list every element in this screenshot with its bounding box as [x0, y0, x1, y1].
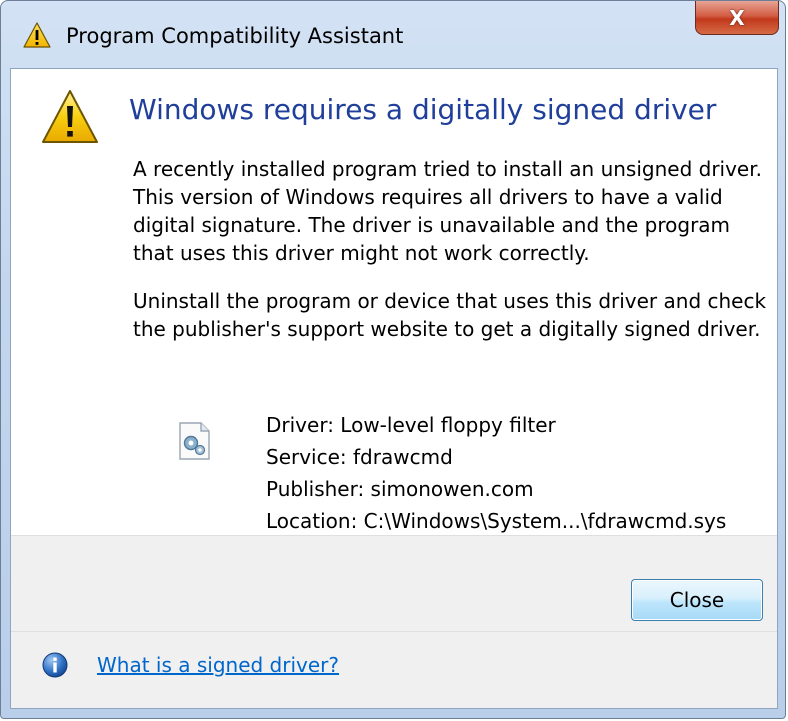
driver-publisher: Publisher: simonowen.com	[266, 477, 534, 501]
help-link[interactable]: What is a signed driver?	[97, 652, 339, 678]
driver-name: Driver: Low-level floppy filter	[266, 413, 556, 437]
main-heading: Windows requires a digitally signed driv…	[129, 93, 717, 126]
window-title: Program Compatibility Assistant	[66, 24, 404, 48]
info-icon	[42, 652, 68, 678]
title-bar[interactable]: Program Compatibility Assistant X	[1, 1, 787, 69]
window-close-button[interactable]: X	[695, 1, 779, 35]
driver-details: Driver: Low-level floppy filter Service:…	[266, 409, 726, 537]
close-icon: X	[729, 5, 745, 30]
footer: What is a signed driver?	[11, 631, 777, 708]
dialog-window: Program Compatibility Assistant X Window…	[0, 0, 786, 719]
warning-icon	[42, 90, 98, 143]
button-area: Close	[11, 535, 777, 631]
warning-icon	[23, 22, 51, 48]
dialog-content: Windows requires a digitally signed driv…	[10, 68, 778, 709]
instruction-paragraph: Uninstall the program or device that use…	[133, 289, 767, 341]
close-button[interactable]: Close	[631, 579, 763, 621]
driver-service: Service: fdrawcmd	[266, 445, 453, 469]
main-panel: Windows requires a digitally signed driv…	[11, 69, 777, 535]
driver-file-icon	[179, 422, 210, 460]
description-paragraph: A recently installed program tried to in…	[133, 157, 762, 265]
driver-location: Location: C:\Windows\System...\fdrawcmd.…	[266, 509, 727, 533]
